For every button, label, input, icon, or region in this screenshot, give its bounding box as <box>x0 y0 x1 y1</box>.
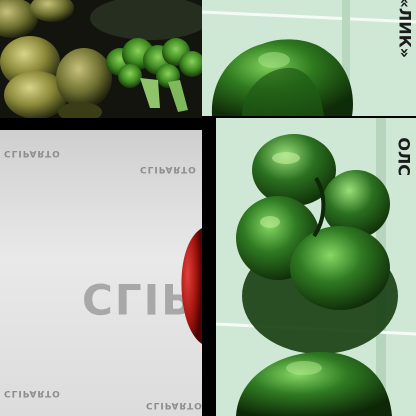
green-pepper-top-tile: «ЛИК» <box>202 0 416 116</box>
card-side-label: «ЛИК» <box>395 0 414 58</box>
vegetables-photo-tile <box>0 0 202 118</box>
clipart-sheet-tile: CLIPARTO CLIPARTO CLIPA CLIPARTO CLIPART… <box>0 130 202 416</box>
green-pepper-main-tile: ОЛС <box>216 118 416 416</box>
red-pepper-edge-image <box>181 228 202 344</box>
green-pepper-top-image <box>202 0 416 116</box>
watermark-text: CLIPARTO <box>4 388 61 398</box>
green-pepper-main-image <box>216 118 416 416</box>
sprouts-broccoli-image <box>0 0 202 118</box>
card-side-label: ОЛС <box>395 137 414 176</box>
photo-collage: «ЛИК» CLIPARTO CLIPARTO CLIPA CLIPARTO C… <box>0 0 416 416</box>
watermark-text: CLIPARTO <box>4 148 61 158</box>
